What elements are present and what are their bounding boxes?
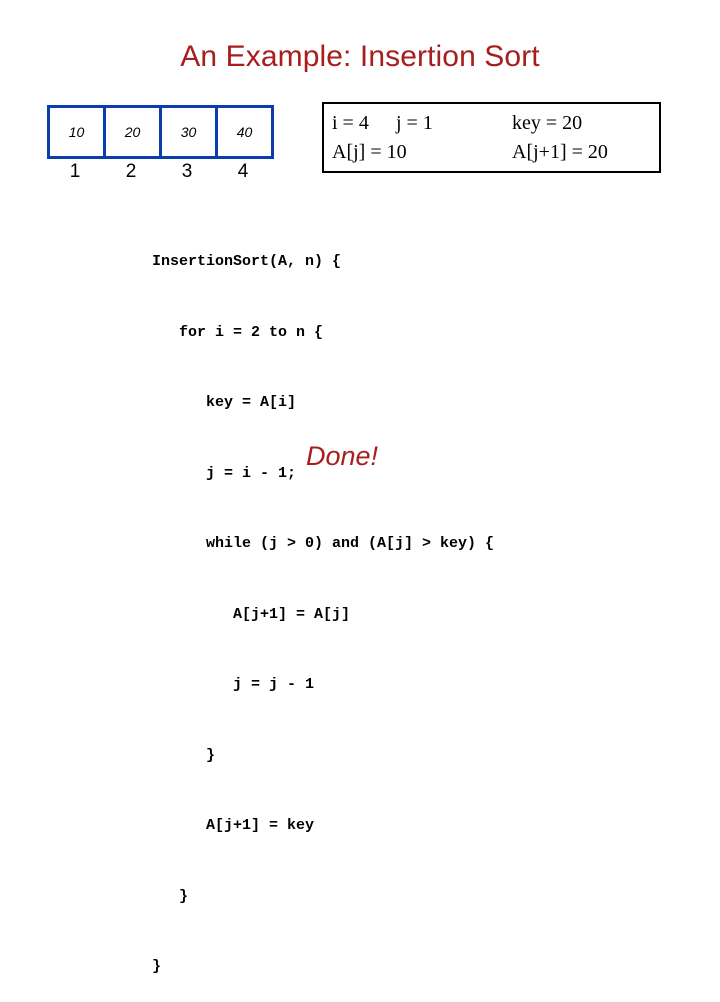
code-line: InsertionSort(A, n) { — [152, 253, 342, 270]
array-cell-1: 10 — [47, 105, 106, 159]
pseudocode-block: InsertionSort(A, n) { for i = 2 to n { k… — [152, 203, 494, 1002]
state-line-1: i = 4 j = 1 key = 20 — [332, 109, 659, 138]
code-line: } — [152, 746, 216, 764]
state-var-j: j = 1 — [396, 112, 433, 134]
array-cell-4: 40 — [215, 105, 274, 159]
code-line: while (j > 0) and (A[j] > key) { — [152, 535, 495, 552]
array-index-row: 1 2 3 4 — [47, 160, 271, 184]
table-row: 10 20 30 40 — [47, 105, 274, 159]
code-line: key = A[i] — [152, 394, 297, 411]
array-index-2: 2 — [125, 161, 137, 182]
status-badge: Done! — [306, 441, 379, 471]
code-line: j = j - 1 — [152, 676, 315, 693]
array-cell-3: 30 — [159, 105, 218, 159]
array-cells-table: 10 20 30 40 — [47, 105, 274, 159]
array-index-4: 4 — [237, 161, 249, 182]
variable-state-box: i = 4 j = 1 key = 20 A[j] = 10 A[j+1] = … — [322, 102, 661, 173]
array-cell-2: 20 — [103, 105, 162, 159]
state-var-aj: A[j] = 10 — [332, 141, 407, 163]
code-line: A[j+1] = key — [152, 817, 315, 834]
state-var-key: key = 20 — [512, 112, 583, 134]
code-line: for i = 2 to n { — [152, 323, 324, 341]
code-line: } — [152, 887, 189, 905]
code-line: } — [152, 958, 162, 975]
array-index-3: 3 — [181, 161, 193, 182]
array-index-1: 1 — [69, 161, 81, 182]
page-title: An Example: Insertion Sort — [180, 40, 540, 73]
state-var-i: i = 4 — [332, 112, 369, 134]
state-line-2: A[j] = 10 A[j+1] = 20 — [332, 138, 659, 167]
code-line: A[j+1] = A[j] — [152, 605, 351, 623]
state-var-ajplus1: A[j+1] = 20 — [512, 141, 608, 163]
